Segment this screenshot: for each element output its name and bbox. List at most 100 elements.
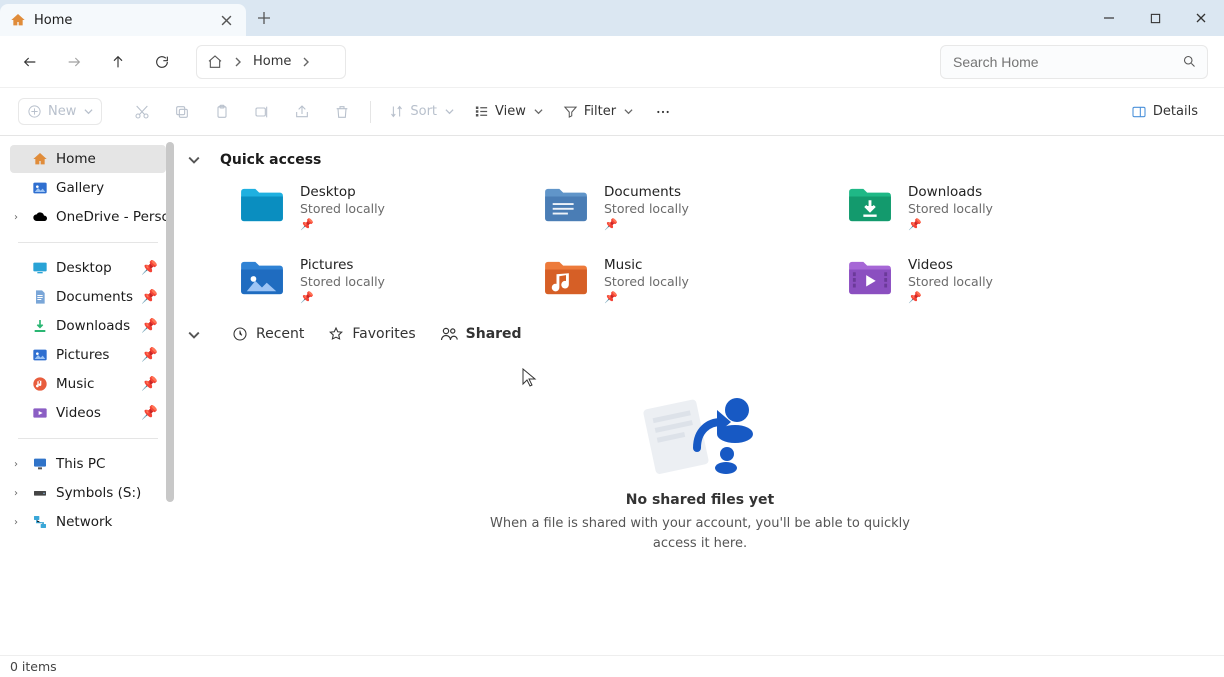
chevron-right-icon[interactable]: › (14, 459, 18, 470)
details-pane-button[interactable]: Details (1123, 99, 1206, 125)
sidebar-item-documents[interactable]: Documents📌 (10, 283, 166, 311)
search-input[interactable] (951, 53, 1182, 71)
sort-button[interactable]: Sort (381, 99, 462, 124)
item-subtitle: Stored locally (300, 274, 385, 289)
chevron-down-icon (445, 107, 454, 116)
folder-music-icon (542, 257, 590, 299)
sidebar-item-symbols[interactable]: › Symbols (S:) (10, 479, 166, 507)
item-title: Videos (908, 257, 993, 273)
breadcrumb[interactable]: Home (196, 45, 346, 79)
folder-videos-icon (846, 257, 894, 299)
sidebar-item-thispc[interactable]: › This PC (10, 450, 166, 478)
folder-pictures-icon (238, 257, 286, 299)
shared-illustration-icon (635, 382, 765, 482)
sidebar-scrollbar[interactable] (164, 142, 176, 642)
chevron-down-icon[interactable] (188, 329, 208, 341)
forward-button[interactable] (54, 44, 94, 80)
share-button[interactable] (284, 95, 320, 129)
window-close-button[interactable] (1178, 0, 1224, 36)
main-content: Quick access DesktopStored locally📌 Docu… (176, 136, 1224, 655)
pin-icon: 📌 (141, 260, 158, 276)
filter-button[interactable]: Filter (555, 99, 641, 124)
home-icon (207, 54, 223, 70)
empty-body: When a file is shared with your account,… (490, 514, 910, 553)
back-button[interactable] (10, 44, 50, 80)
sidebar: Home Gallery › OneDrive - Persc Desktop📌… (0, 136, 176, 655)
tab-home[interactable]: Home (0, 4, 246, 36)
quick-access-item[interactable]: MusicStored locally📌 (538, 251, 842, 310)
tab-recent[interactable]: Recent (232, 326, 304, 344)
desktop-icon (32, 260, 48, 276)
videos-icon (32, 405, 48, 421)
pin-icon: 📌 (300, 291, 385, 304)
music-icon (32, 376, 48, 392)
chevron-right-icon[interactable]: › (14, 488, 18, 499)
sidebar-item-label: Home (56, 151, 96, 167)
pin-icon: 📌 (908, 218, 993, 231)
delete-button[interactable] (324, 95, 360, 129)
home-icon (10, 12, 26, 28)
item-subtitle: Stored locally (604, 201, 689, 216)
tab-close-button[interactable] (214, 8, 238, 32)
details-pane-label: Details (1153, 104, 1198, 119)
chevron-down-icon[interactable] (188, 154, 208, 166)
chevron-right-icon[interactable]: › (14, 517, 18, 528)
view-button[interactable]: View (466, 99, 551, 124)
quick-access-item[interactable]: DesktopStored locally 📌 (234, 178, 538, 237)
window-minimize-button[interactable] (1086, 0, 1132, 36)
chevron-right-icon (233, 57, 243, 67)
breadcrumb-location: Home (253, 54, 291, 69)
people-icon (440, 326, 458, 342)
sidebar-item-desktop[interactable]: Desktop📌 (10, 254, 166, 282)
up-button[interactable] (98, 44, 138, 80)
cut-button[interactable] (124, 95, 160, 129)
sidebar-item-home[interactable]: Home (10, 145, 166, 173)
star-icon (328, 326, 344, 342)
window-maximize-button[interactable] (1132, 0, 1178, 36)
item-title: Music (604, 257, 689, 273)
cloud-icon (32, 209, 48, 225)
sidebar-item-pictures[interactable]: Pictures📌 (10, 341, 166, 369)
pin-icon: 📌 (141, 318, 158, 334)
quick-access-item[interactable]: VideosStored locally📌 (842, 251, 1146, 310)
pin-icon: 📌 (141, 405, 158, 421)
search-box[interactable] (940, 45, 1208, 79)
sidebar-item-label: OneDrive - Persc (56, 209, 166, 225)
more-button[interactable] (645, 95, 681, 129)
item-title: Desktop (300, 184, 385, 200)
sidebar-item-videos[interactable]: Videos📌 (10, 399, 166, 427)
quick-access-item[interactable]: DocumentsStored locally📌 (538, 178, 842, 237)
status-bar: 0 items (0, 655, 1224, 677)
section-title: Quick access (220, 152, 321, 168)
tab-label: Shared (466, 326, 522, 342)
sidebar-item-label: Symbols (S:) (56, 485, 141, 501)
sidebar-item-label: Network (56, 514, 112, 530)
sidebar-item-onedrive[interactable]: › OneDrive - Persc (10, 203, 166, 231)
item-subtitle: Stored locally (908, 201, 993, 216)
tab-shared[interactable]: Shared (440, 326, 522, 344)
new-tab-button[interactable] (246, 0, 282, 36)
chevron-right-icon[interactable]: › (14, 212, 18, 223)
item-title: Pictures (300, 257, 385, 273)
tab-favorites[interactable]: Favorites (328, 326, 415, 344)
pin-icon: 📌 (300, 218, 385, 231)
monitor-icon (32, 456, 48, 472)
sidebar-item-label: This PC (56, 456, 105, 472)
quick-access-header[interactable]: Quick access (188, 152, 1212, 168)
paste-button[interactable] (204, 95, 240, 129)
new-button[interactable]: New (18, 98, 102, 125)
quick-access-item[interactable]: DownloadsStored locally📌 (842, 178, 1146, 237)
sidebar-item-network[interactable]: › Network (10, 508, 166, 536)
clock-icon (232, 326, 248, 342)
copy-button[interactable] (164, 95, 200, 129)
rename-button[interactable] (244, 95, 280, 129)
item-subtitle: Stored locally (300, 201, 385, 216)
sidebar-item-music[interactable]: Music📌 (10, 370, 166, 398)
sidebar-item-label: Documents (56, 289, 133, 305)
sidebar-item-gallery[interactable]: Gallery (10, 174, 166, 202)
pin-icon: 📌 (604, 291, 689, 304)
refresh-button[interactable] (142, 44, 182, 80)
titlebar: Home (0, 0, 1224, 36)
sidebar-item-downloads[interactable]: Downloads📌 (10, 312, 166, 340)
quick-access-item[interactable]: PicturesStored locally 📌 (234, 251, 538, 310)
